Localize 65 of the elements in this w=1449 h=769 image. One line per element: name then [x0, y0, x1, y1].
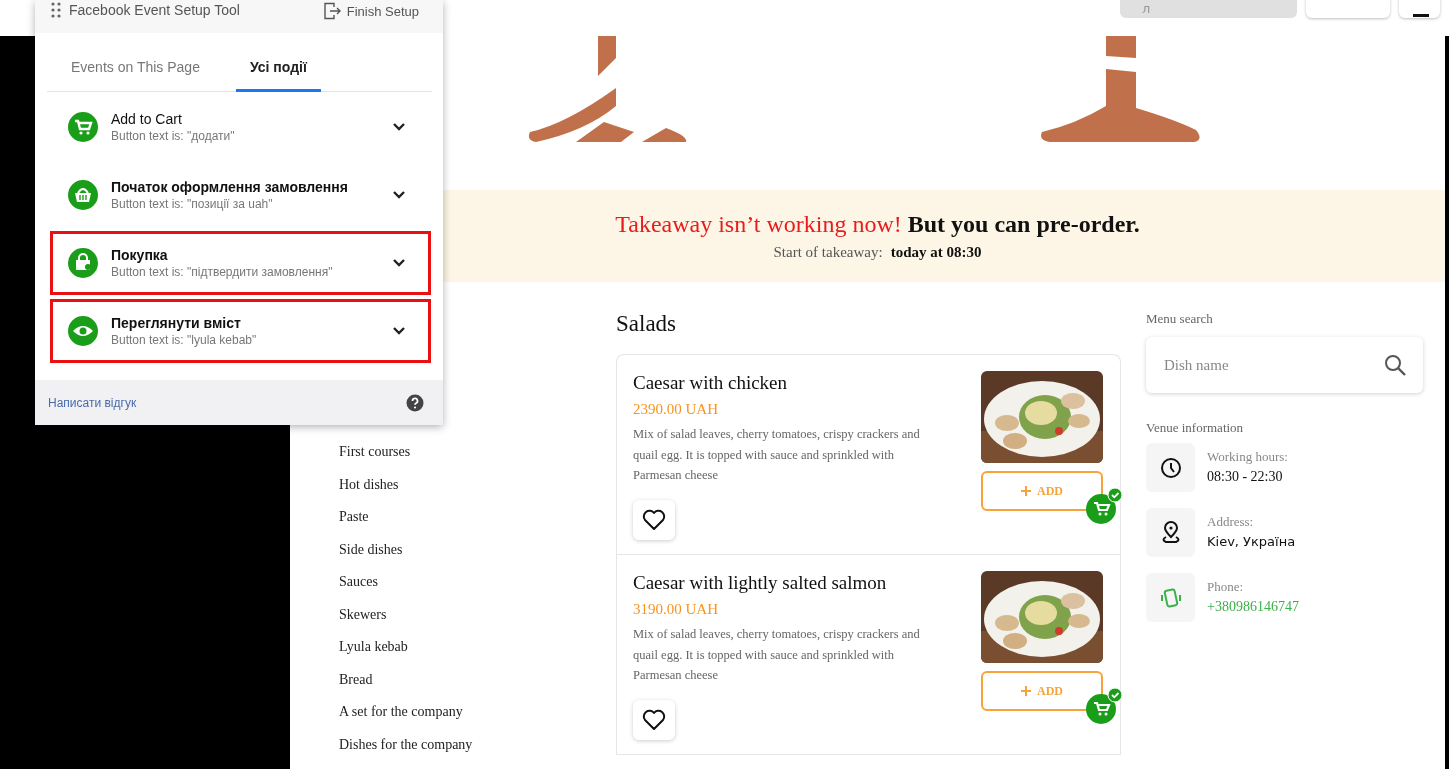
category-link[interactable]: Lyula kebab — [339, 637, 616, 657]
help-icon[interactable] — [406, 393, 424, 412]
heart-icon — [642, 509, 666, 531]
banner-message: But you can pre-order. — [907, 211, 1140, 237]
exit-icon — [322, 2, 341, 20]
category-link[interactable]: Hot dishes — [339, 474, 616, 495]
search-label: Menu search — [1146, 310, 1214, 328]
vibrating-phone-icon — [1158, 585, 1183, 610]
plus-icon — [1021, 686, 1031, 696]
section-title: Salads — [616, 310, 678, 338]
category-link[interactable]: Skewers — [339, 604, 616, 625]
dish-price: 2390.00 UAH — [633, 400, 719, 419]
event-row[interactable]: Переглянути вміст Button text is: "lyula kebab" — [50, 299, 431, 363]
favorite-button[interactable] — [633, 700, 675, 740]
category-link[interactable]: Dishes for the company — [339, 734, 616, 755]
venue-title: Venue information — [1146, 419, 1245, 437]
search-field[interactable]: Dish name — [1162, 355, 1383, 375]
finish-setup-button[interactable]: Finish Setup — [322, 2, 419, 20]
drag-handle-icon[interactable] — [51, 2, 61, 18]
category-link[interactable]: Bread — [339, 669, 616, 690]
plus-icon — [1021, 486, 1031, 496]
dish-description: Mix of salad leaves, cherry tomatoes, crispy crackers and quail egg. It is topped with sauce and sprinkled with Parmesan cheese — [633, 426, 921, 484]
clock-icon — [1158, 455, 1183, 480]
event-name: Покупка — [111, 246, 169, 264]
chevron-down-icon[interactable] — [392, 122, 406, 132]
event-detail: Button text is: "додати" — [111, 128, 236, 144]
category-link[interactable]: Side dishes — [339, 539, 616, 560]
start-label: Start of takeaway: — [773, 244, 883, 261]
category-link[interactable]: Paste — [339, 507, 616, 527]
heart-icon — [642, 709, 666, 731]
info-label: Working hours: — [1207, 447, 1288, 466]
event-row[interactable]: Початок оформлення замовлення Button text is: "позиції за uah" — [50, 163, 431, 227]
dish-name: Caesar with chicken — [633, 371, 789, 395]
event-detail: Button text is: "lyula kebab" — [111, 332, 258, 348]
event-row[interactable]: Покупка Button text is: "підтвердити замовлення" — [50, 231, 431, 295]
category-link[interactable]: Sauces — [339, 572, 616, 592]
alert-text: Takeaway isn’t working now! — [615, 211, 902, 237]
event-detail: Button text is: "позиції за uah" — [111, 196, 274, 212]
chevron-down-icon[interactable] — [392, 190, 406, 200]
panel-title: Facebook Event Setup Tool — [69, 2, 241, 18]
feedback-link[interactable]: Написати відгук — [48, 395, 137, 410]
event-detail: Button text is: "підтвердити замовлення" — [111, 264, 334, 280]
search-icon[interactable] — [1383, 353, 1407, 377]
info-label: Address: — [1207, 512, 1255, 531]
dish-name: Caesar with lightly salted salmon — [633, 571, 888, 595]
start-time: today at 08:30 — [890, 244, 982, 261]
tab[interactable]: Усі події — [235, 45, 321, 92]
chevron-down-icon[interactable] — [392, 326, 406, 336]
dish-description: Mix of salad leaves, cherry tomatoes, crispy crackers and quail egg. It is topped with sauce and sprinkled with Parmesan cheese — [633, 626, 921, 684]
info-value: Kiev, Україна — [1207, 532, 1296, 551]
eye-icon — [67, 315, 99, 347]
event-name: Add to Cart — [111, 110, 183, 128]
chevron-down-icon[interactable] — [392, 258, 406, 268]
tab[interactable]: Events on This Page — [47, 45, 224, 92]
info-value: 08:30 - 22:30 — [1207, 467, 1284, 486]
info-label: Phone: — [1207, 577, 1245, 596]
event-name: Переглянути вміст — [111, 314, 242, 332]
dish-price: 3190.00 UAH — [633, 600, 719, 619]
cart-icon — [67, 111, 99, 143]
favorite-button[interactable] — [633, 500, 675, 540]
category-link[interactable]: First courses — [339, 442, 616, 462]
category-link[interactable]: A set for the company — [339, 702, 616, 722]
event-row[interactable]: Add to Cart Button text is: "додати" — [50, 95, 431, 159]
basket-icon — [67, 179, 99, 211]
event-name: Початок оформлення замовлення — [111, 178, 349, 196]
